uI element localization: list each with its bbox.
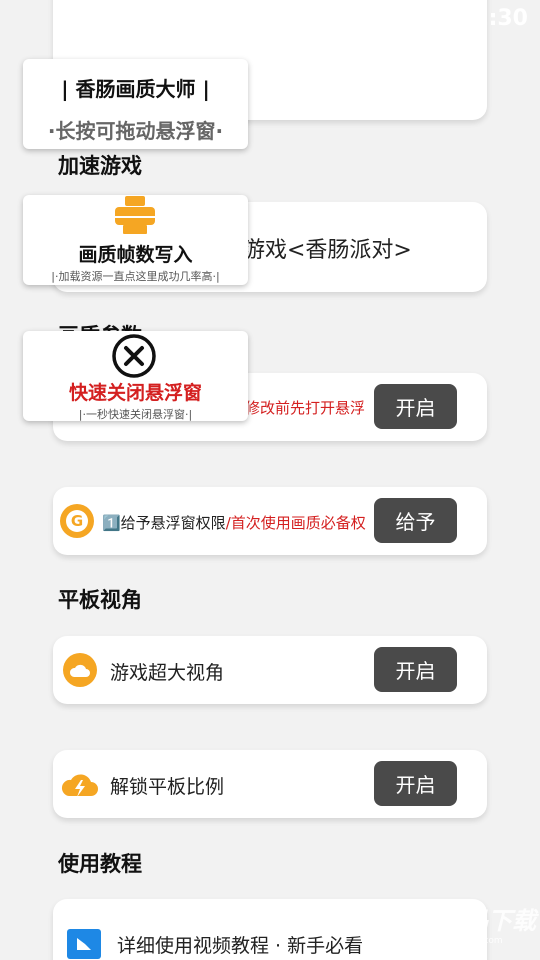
tutorial-text: 详细使用视频教程 · 新手必看 [117,935,364,957]
lightning-cloud-icon [61,768,99,800]
grant-permission-button[interactable]: 给予 [374,498,457,543]
cloud-icon [63,653,97,687]
watermark: 精品下载 www.jplp.com [396,901,536,946]
open-float-button[interactable]: 开启 [374,384,457,429]
floating-write-panel[interactable]: 画质帧数写入 |·加载资源一直点这里成功几率高·| [23,195,248,285]
floating-title-panel[interactable]: | 香肠画质大师 | ·长按可拖动悬浮窗· [23,59,248,149]
printer-icon [113,195,157,235]
permission-card: G 1️⃣给予悬浮窗权限/首次使用画质必备权 给予 [53,487,487,555]
floating-drag-hint: ·长按可拖动悬浮窗· [47,119,224,143]
wide-view-card: 游戏超大视角 开启 [53,636,487,704]
video-icon [67,929,101,959]
watermark-text: 精品下载 [440,907,536,935]
tablet-ratio-text: 解锁平板比例 [110,776,225,798]
float-window-text: 修改前先打开悬浮 [245,399,366,417]
game-card-text: 游戏<香肠派对> [243,238,412,263]
wide-view-open-button[interactable]: 开启 [374,647,457,692]
permission-text: 1️⃣给予悬浮窗权限/首次使用画质必备权 [102,512,366,533]
section-title-tutorial: 使用教程 [58,852,142,876]
write-quality-title: 画质帧数写入 [78,244,193,266]
tablet-ratio-card: 解锁平板比例 开启 [53,750,487,818]
floating-title: | 香肠画质大师 | [61,77,210,101]
watermark-sub: www.jplp.com [440,936,503,946]
section-title-accelerate: 加速游戏 [58,154,142,178]
permission-suffix: /首次使用画质必备权 [225,514,366,532]
watermark-logo-icon [396,903,436,944]
close-icon [111,333,157,379]
section-title-tablet: 平板视角 [58,588,142,612]
tablet-ratio-open-button[interactable]: 开启 [374,761,457,806]
floating-close-panel[interactable]: 快速关闭悬浮窗 |·一秒快速关闭悬浮窗·| [23,331,248,421]
g-logo-icon: G [60,504,94,538]
permission-prefix: 1️⃣给予悬浮窗权限 [102,514,226,532]
write-quality-hint: |·加载资源一直点这里成功几率高·| [51,270,220,283]
status-time: 1:30 [473,6,528,31]
quick-close-hint: |·一秒快速关闭悬浮窗·| [78,408,193,421]
quick-close-title: 快速关闭悬浮窗 [68,382,202,404]
wide-view-text: 游戏超大视角 [110,662,225,684]
